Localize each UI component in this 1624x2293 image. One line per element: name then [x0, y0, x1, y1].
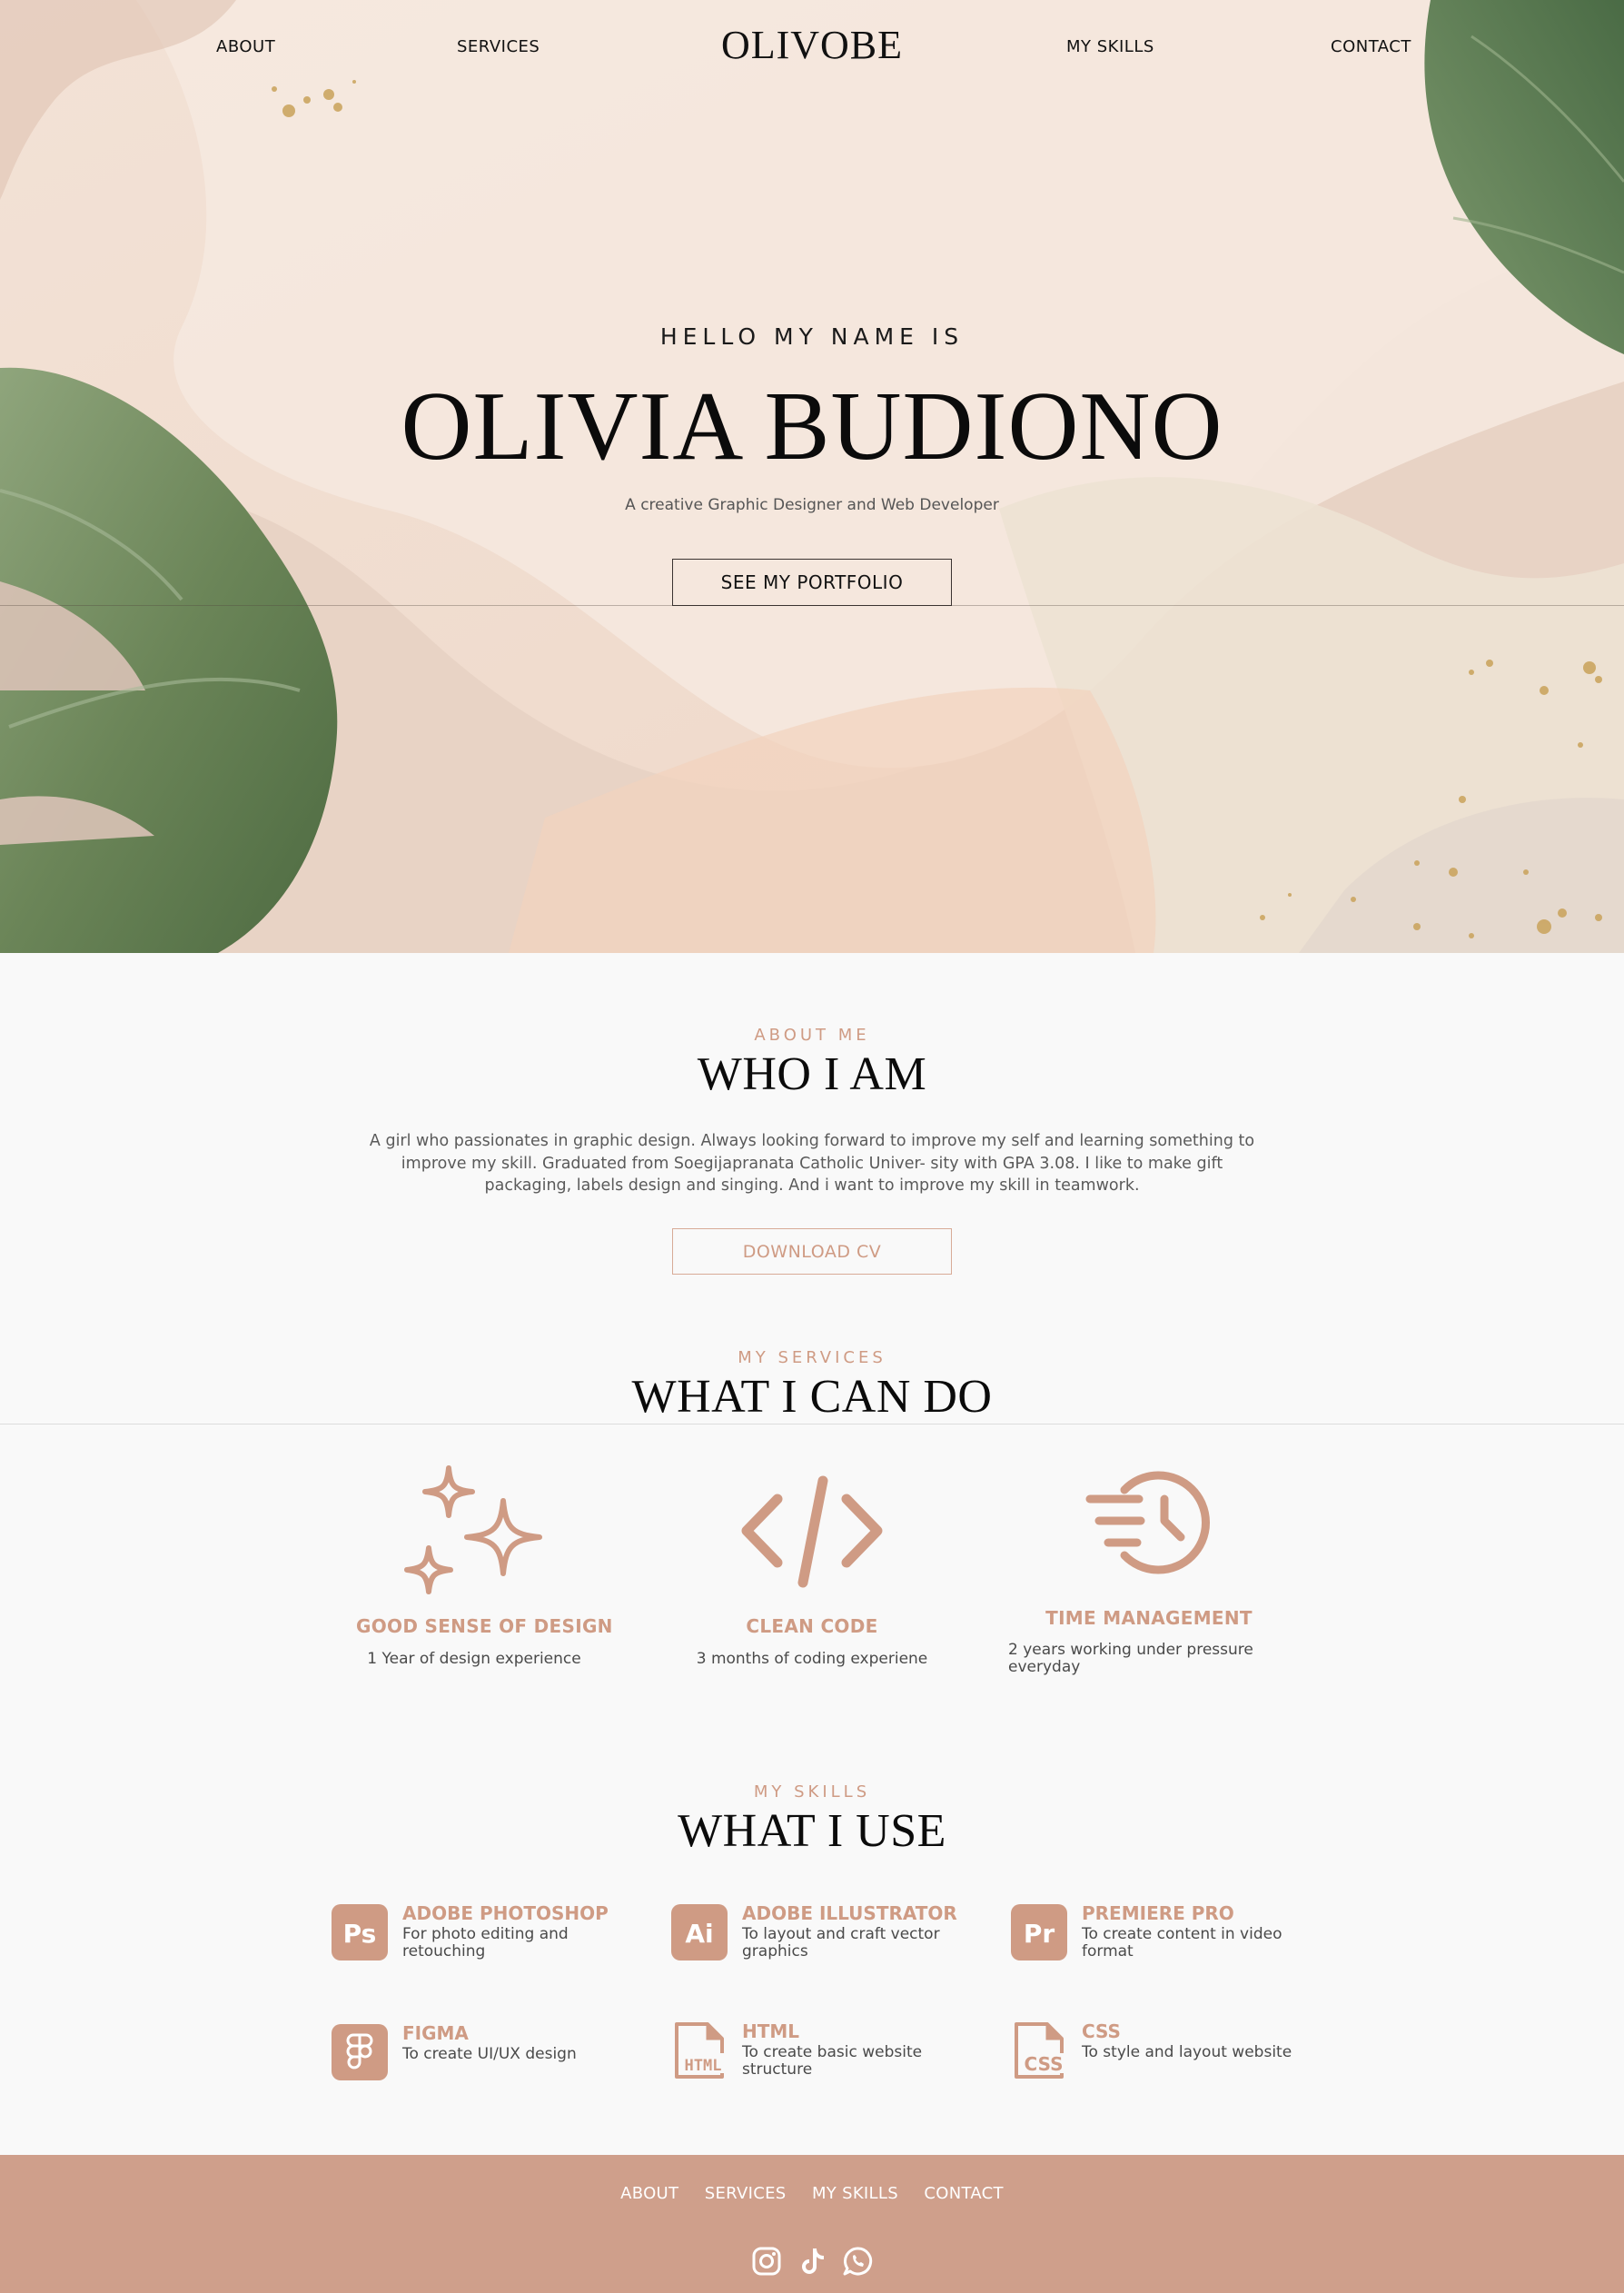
service-item: GOOD SENSE OF DESIGN 1 Year of design ex… — [356, 1615, 613, 1668]
svg-text:Ai: Ai — [685, 1919, 713, 1949]
about-kicker: ABOUT ME — [754, 1026, 870, 1045]
hero-section: ABOUT SERVICES OLIVOBE MY SKILLS CONTACT… — [0, 0, 1624, 953]
services-heading: WHAT I CAN DO — [631, 1371, 993, 1423]
skill-title: HTML — [742, 2020, 800, 2042]
premiere-icon: Pr — [1011, 1904, 1067, 1960]
skill-item-photoshop: Ps ADOBE PHOTOSHOP For photo editing and… — [332, 1902, 640, 1968]
skill-desc: To style and layout website — [1082, 2043, 1292, 2061]
social-links — [0, 2246, 1624, 2281]
hero-kicker: HELLO MY NAME IS — [659, 323, 965, 350]
nav-services[interactable]: SERVICES — [457, 37, 540, 56]
download-cv-button[interactable]: DOWNLOAD CV — [672, 1228, 952, 1275]
service-desc: 3 months of coding experiene — [696, 1650, 928, 1668]
skills-heading: WHAT I USE — [678, 1805, 946, 1857]
skill-item-premiere: Pr PREMIERE PRO To create content in vid… — [1011, 1902, 1320, 1968]
skill-title: ADOBE ILLUSTRATOR — [742, 1902, 957, 1924]
skills-kicker: MY SKILLS — [753, 1782, 871, 1802]
skill-desc: To create UI/UX design — [402, 2045, 577, 2063]
sparkles-icon — [404, 1465, 542, 1594]
skill-item-figma: FIGMA To create UI/UX design — [332, 2022, 640, 2088]
html-file-icon: HTML — [675, 2022, 726, 2079]
illustrator-icon: Ai — [671, 1904, 728, 1960]
footer-link-services[interactable]: SERVICES — [705, 2184, 787, 2203]
service-desc: 1 Year of design experience — [367, 1650, 581, 1668]
nav-contact[interactable]: CONTACT — [1331, 37, 1411, 56]
service-item: TIME MANAGEMENT 2 years working under pr… — [1008, 1607, 1290, 1676]
css-file-icon: CSS — [1015, 2022, 1065, 2079]
svg-text:Pr: Pr — [1024, 1919, 1055, 1949]
figma-icon — [332, 2024, 388, 2080]
skill-desc: To create basic website structure — [742, 2043, 923, 2079]
see-portfolio-button[interactable]: SEE MY PORTFOLIO — [672, 559, 952, 606]
skill-item-html: HTML HTML To create basic website struct… — [671, 2020, 980, 2086]
svg-text:CSS: CSS — [1025, 2053, 1064, 2075]
service-item: CLEAN CODE 3 months of coding experiene — [694, 1615, 930, 1668]
site-footer: ABOUT SERVICES MY SKILLS CONTACT — [0, 2155, 1624, 2293]
nav-about[interactable]: ABOUT — [216, 37, 275, 56]
skill-desc: To create content in video format — [1082, 1925, 1282, 1960]
top-nav: ABOUT SERVICES OLIVOBE MY SKILLS CONTACT — [0, 0, 1624, 91]
photoshop-icon: Ps — [332, 1904, 388, 1960]
about-heading: WHO I AM — [697, 1048, 927, 1100]
skill-desc: For photo editing and retouching — [402, 1925, 569, 1960]
service-title: CLEAN CODE — [746, 1615, 878, 1637]
about-text: A girl who passionates in graphic design… — [369, 1132, 1255, 1195]
hero-name: OLIVIA BUDIONO — [401, 372, 1223, 481]
footer-nav: ABOUT SERVICES MY SKILLS CONTACT — [0, 2184, 1624, 2203]
skill-title: CSS — [1082, 2020, 1121, 2042]
instagram-icon[interactable] — [751, 2246, 782, 2277]
skill-item-illustrator: Ai ADOBE ILLUSTRATOR To layout and craft… — [671, 1902, 980, 1968]
services-kicker: MY SERVICES — [738, 1348, 886, 1367]
tiktok-icon[interactable] — [797, 2246, 827, 2277]
skill-desc: To layout and craft vector graphics — [742, 1925, 940, 1960]
nav-my-skills[interactable]: MY SKILLS — [1066, 37, 1154, 56]
skill-item-css: CSS CSS To style and layout website — [1011, 2020, 1320, 2086]
footer-link-my-skills[interactable]: MY SKILLS — [812, 2184, 898, 2203]
svg-text:HTML: HTML — [685, 2057, 722, 2075]
service-title: TIME MANAGEMENT — [1045, 1607, 1253, 1629]
footer-link-contact[interactable]: CONTACT — [924, 2184, 1003, 2203]
whatsapp-icon[interactable] — [842, 2246, 873, 2277]
service-title: GOOD SENSE OF DESIGN — [356, 1615, 613, 1637]
svg-text:Ps: Ps — [343, 1919, 377, 1949]
footer-link-about[interactable]: ABOUT — [620, 2184, 678, 2203]
hero-subtitle: A creative Graphic Designer and Web Deve… — [625, 496, 999, 514]
site-logo[interactable]: OLIVOBE — [721, 23, 903, 67]
fast-clock-icon — [1085, 1471, 1211, 1574]
skill-title: PREMIERE PRO — [1082, 1902, 1234, 1924]
skill-title: FIGMA — [402, 2022, 469, 2044]
code-icon — [741, 1475, 883, 1588]
skill-title: ADOBE PHOTOSHOP — [402, 1902, 609, 1924]
service-desc: 2 years working under pressure everyday — [1008, 1641, 1253, 1676]
